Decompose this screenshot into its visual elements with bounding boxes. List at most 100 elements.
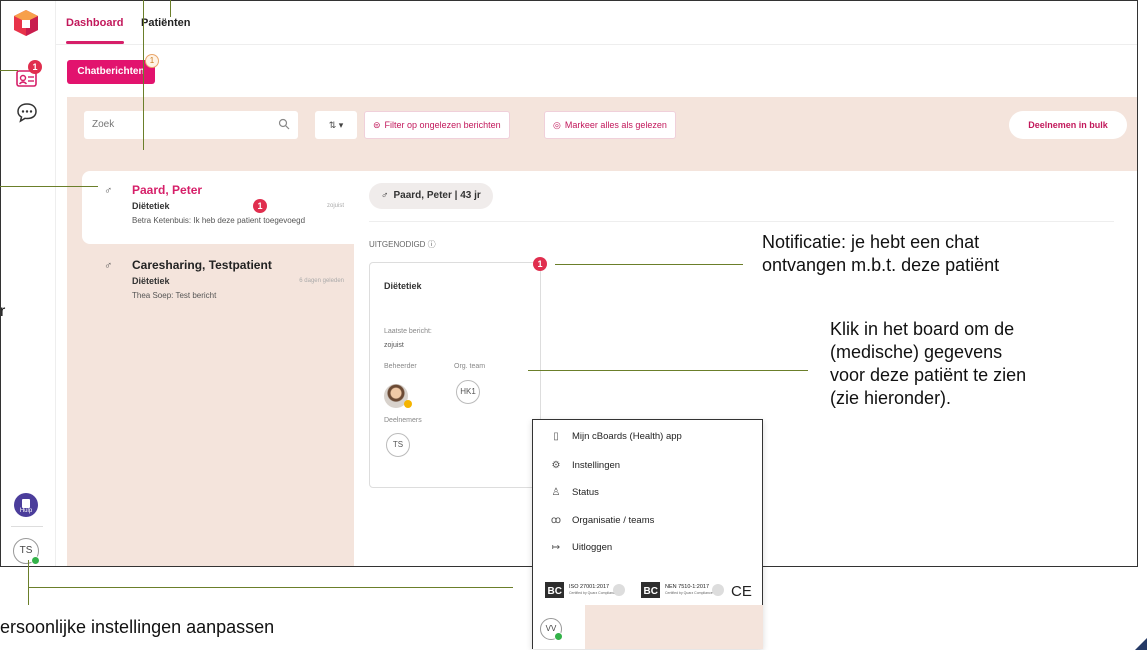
callout-line <box>28 560 29 605</box>
tab-dashboard[interactable]: Dashboard <box>66 17 123 29</box>
menu-item-logout[interactable]: ↦ Uitloggen <box>549 542 612 553</box>
svg-text:BC: BC <box>548 586 562 597</box>
patient-list-item[interactable]: ♂ Caresharing, Testpatient Diëtetiek 6 d… <box>82 246 354 316</box>
sort-icon: ⇅ ▾ <box>328 120 344 130</box>
annotation-line: Notificatie: je hebt een chat <box>762 232 980 252</box>
logout-icon: ↦ <box>551 542 561 553</box>
filter-icon: ⊜ <box>373 120 381 130</box>
join-bulk-button[interactable]: Deelnemen in bulk <box>1009 111 1127 139</box>
org-team-label: Org. team <box>454 363 486 370</box>
corner-decoration <box>1135 638 1147 650</box>
top-tabs: Dashboard Patiënten <box>56 1 1137 45</box>
online-status-dot <box>31 556 40 565</box>
active-tab-indicator <box>66 41 124 44</box>
search-placeholder: Zoek <box>92 119 115 130</box>
tab-patients[interactable]: Patiënten <box>141 17 191 29</box>
annotation-line: (medische) gegevens <box>830 342 1003 362</box>
patient-team: Diëtetiek <box>132 276 170 286</box>
search-input[interactable]: Zoek <box>84 111 298 139</box>
callout-line <box>0 70 18 71</box>
annotation-line: Klik in het board om de <box>830 319 1015 339</box>
chat-messages-button[interactable]: Chatberichten <box>67 60 155 84</box>
male-gender-icon: ♂ <box>104 260 113 272</box>
patient-chip[interactable]: ♂ Paard, Peter | 43 jr <box>369 183 493 209</box>
participants-label: Deelnemers <box>384 417 422 424</box>
last-message: Betra Ketenbuis: Ik heb deze patient toe… <box>132 216 306 225</box>
menu-item-settings[interactable]: ⚙ Instellingen <box>549 460 621 471</box>
eye-check-icon: ◎ <box>553 120 561 130</box>
cert2-sub: Certified by Quarz Compliance <box>665 591 713 595</box>
message-time: 6 dagen geleden <box>299 278 344 284</box>
patient-name: Caresharing, Testpatient <box>132 258 272 272</box>
male-gender-icon: ♂ <box>104 185 113 197</box>
gear-icon: ⚙ <box>551 460 561 471</box>
board-card[interactable]: Diëtetiek 1 Laatste bericht: zojuist Beh… <box>369 257 547 488</box>
help-button[interactable]: Hulp <box>14 493 38 517</box>
patient-list-item[interactable]: ♂ Paard, Peter Diëtetiek 1 zojuist Betra… <box>82 171 354 244</box>
left-rail: 1 Hulp TS <box>1 1 56 566</box>
annotation-line: voor deze patiënt te zien <box>830 365 1027 385</box>
divider <box>369 221 1114 222</box>
patient-team: Diëtetiek <box>132 201 170 211</box>
ce-mark: CE <box>731 583 752 600</box>
callout-line <box>170 0 171 17</box>
last-message-value: zojuist <box>384 342 404 349</box>
menu-item-organisation[interactable]: ꝏ Organisatie / teams <box>549 515 654 526</box>
mark-all-read-button[interactable]: ◎ Markeer alles als gelezen <box>544 111 676 139</box>
last-message: Thea Soep: Test bericht <box>132 291 217 300</box>
owner-status-dot <box>404 400 412 408</box>
menu-item-label: Instellingen <box>572 460 621 471</box>
annotation-line: ontvangen m.b.t. deze patiënt <box>762 255 1000 275</box>
rail-divider <box>11 526 43 527</box>
menu-item-label: Status <box>572 487 599 498</box>
callout-line <box>28 587 513 588</box>
invited-heading: UITGENODIGD ⓘ <box>369 240 436 249</box>
cert1-title: ISO 27001:2017 <box>569 584 609 590</box>
last-message-label: Laatste bericht: <box>384 328 432 335</box>
panel-background-strip <box>585 605 763 649</box>
message-time: zojuist <box>326 203 344 209</box>
org-team-chip[interactable]: HK1 <box>456 380 480 404</box>
callout-line <box>143 0 144 150</box>
chat-count-badge: 1 <box>145 54 159 68</box>
cert1-sub: Certified by Quarz Compliance <box>569 591 617 595</box>
board-title: Diëtetiek <box>384 281 422 291</box>
callout-line <box>528 370 808 371</box>
notification-badge: 1 <box>28 60 42 74</box>
callout-line <box>555 264 743 265</box>
user-initials: VV <box>545 624 557 633</box>
male-gender-icon: ♂ <box>381 190 389 201</box>
user-avatar[interactable]: TS <box>13 538 40 565</box>
team-icon: ꝏ <box>550 515 562 526</box>
annotation-line: (zie hieronder). <box>830 388 952 408</box>
menu-item-status[interactable]: ♙ Status <box>549 487 599 498</box>
annotation-edge-text: r <box>0 303 6 320</box>
mark-all-read-label: Markeer alles als gelezen <box>564 120 667 130</box>
user-menu: ▯ Mijn cBoards (Health) app ⚙ Instellingen… <box>532 419 763 649</box>
owner-label: Beheerder <box>384 363 417 370</box>
filter-unread-button[interactable]: ⊜ Filter op ongelezen berichten <box>364 111 510 139</box>
user-avatar[interactable]: VV <box>540 618 563 641</box>
user-icon: ♙ <box>551 487 561 498</box>
patient-name: Paard, Peter <box>132 183 203 197</box>
help-label: Hulp <box>19 508 33 514</box>
search-icon <box>278 118 290 130</box>
board-notification-badge: 1 <box>533 257 547 271</box>
menu-item-app[interactable]: ▯ Mijn cBoards (Health) app <box>549 431 682 442</box>
menu-item-label: Mijn cBoards (Health) app <box>572 431 682 442</box>
callout-line <box>0 186 98 187</box>
user-initials: TS <box>19 545 33 556</box>
app-logo-icon[interactable] <box>13 9 39 37</box>
sort-dropdown[interactable]: ⇅ ▾ <box>315 111 357 139</box>
chat-icon[interactable] <box>15 101 39 123</box>
phone-icon: ▯ <box>553 431 559 442</box>
certification-logos: BC ISO 27001:2017 Certified by Quarz Com… <box>545 582 752 600</box>
unread-badge: 1 <box>253 199 267 213</box>
svg-text:BC: BC <box>644 586 658 597</box>
online-status-dot <box>554 632 563 641</box>
filter-unread-label: Filter op ongelezen berichten <box>384 120 501 130</box>
cert2-title: NEN 7510-1:2017 <box>665 584 709 590</box>
participant-avatar[interactable]: TS <box>386 433 410 457</box>
annotation-board: Klik in het board om de (medische) gegev… <box>830 318 1026 410</box>
patient-chip-label: Paard, Peter | 43 jr <box>393 190 481 201</box>
